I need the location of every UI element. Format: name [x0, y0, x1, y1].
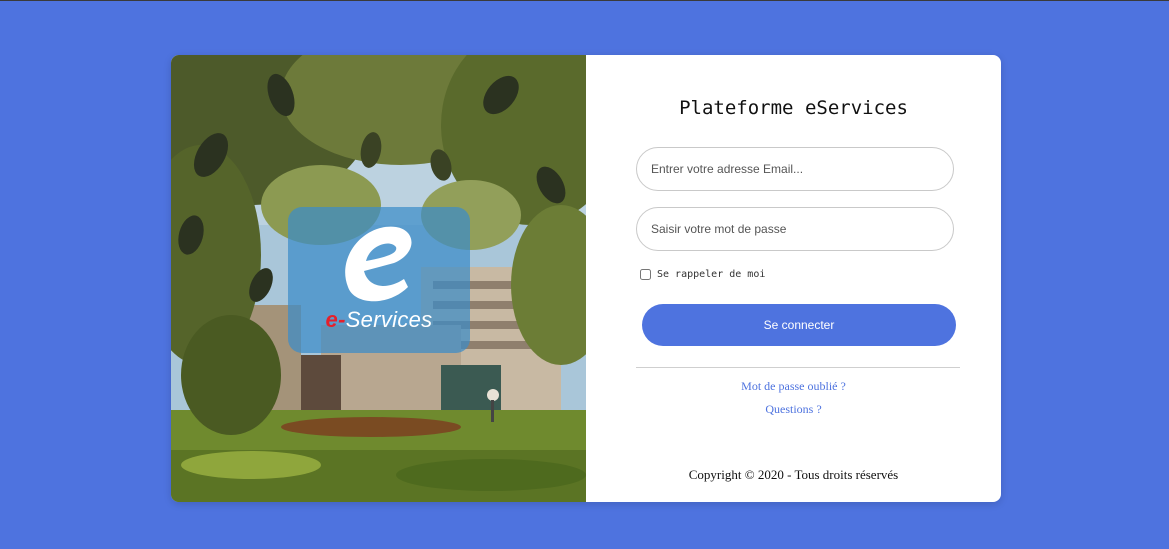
questions-link[interactable]: Questions ?	[586, 402, 1001, 417]
eservices-logo-text: e-Services	[288, 307, 470, 333]
eservices-e-logo-icon	[345, 226, 412, 302]
forgot-password-link[interactable]: Mot de passe oublié ?	[586, 379, 1001, 394]
logo-brand-name: Services	[345, 307, 433, 332]
password-field[interactable]	[636, 207, 954, 251]
remember-me-label: Se rappeler de moi	[657, 268, 766, 280]
login-form: Plateforme eServices Se rappeler de moi …	[586, 55, 1001, 502]
logo-brand-prefix: e-	[325, 307, 346, 332]
remember-me[interactable]: Se rappeler de moi	[640, 267, 765, 281]
login-card: e-Services Plateforme eServices Se rappe…	[171, 55, 1001, 502]
page-title: Plateforme eServices	[679, 97, 908, 119]
campus-illustration: e-Services	[171, 55, 586, 502]
divider	[636, 367, 960, 368]
eservices-logo: e-Services	[288, 207, 470, 353]
copyright: Copyright © 2020 - Tous droits réservés	[688, 467, 899, 482]
remember-me-checkbox[interactable]	[640, 268, 651, 280]
email-field[interactable]	[636, 147, 954, 191]
login-button[interactable]: Se connecter	[642, 304, 956, 346]
